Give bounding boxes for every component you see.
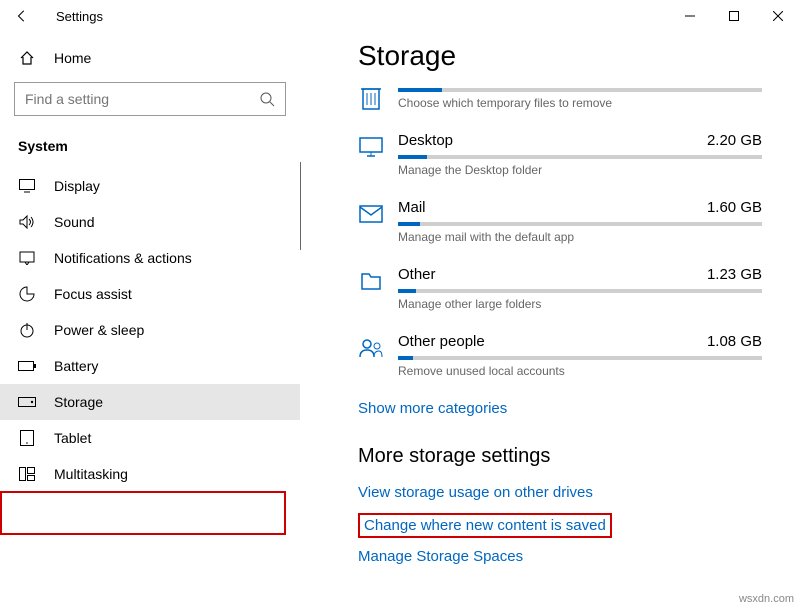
sidebar-item-label: Notifications & actions <box>54 250 192 266</box>
manage-spaces-link[interactable]: Manage Storage Spaces <box>358 548 762 565</box>
main-content: Storage Choose which temporary files to … <box>300 32 800 607</box>
show-more-link[interactable]: Show more categories <box>358 400 762 417</box>
tablet-icon <box>18 430 36 446</box>
sidebar-item-sound[interactable]: Sound <box>0 204 300 240</box>
sidebar-item-battery[interactable]: Battery <box>0 348 300 384</box>
sound-icon <box>18 215 36 229</box>
close-button[interactable] <box>756 0 800 32</box>
sidebar-item-label: Multitasking <box>54 466 128 482</box>
category-sub: Remove unused local accounts <box>398 364 762 378</box>
sidebar-item-multitasking[interactable]: Multitasking <box>0 456 300 492</box>
category-name: Other <box>398 266 436 283</box>
category-other[interactable]: Other 1.23 GB Manage other large folders <box>358 266 762 311</box>
category-sub: Manage mail with the default app <box>398 230 762 244</box>
progress-bar <box>398 289 762 293</box>
sidebar-item-notifications[interactable]: Notifications & actions <box>0 240 300 276</box>
category-other-people[interactable]: Other people 1.08 GB Remove unused local … <box>358 333 762 378</box>
category-name: Mail <box>398 199 426 216</box>
search-box[interactable] <box>14 82 286 116</box>
maximize-button[interactable] <box>712 0 756 32</box>
watermark: wsxdn.com <box>739 593 794 605</box>
category-size: 1.60 GB <box>707 199 762 216</box>
focus-assist-icon <box>18 286 36 302</box>
category-desktop[interactable]: Desktop 2.20 GB Manage the Desktop folder <box>358 132 762 177</box>
progress-bar <box>398 88 762 92</box>
category-sub: Manage the Desktop folder <box>398 163 762 177</box>
desktop-icon <box>358 134 384 160</box>
display-icon <box>18 179 36 193</box>
battery-icon <box>18 360 36 372</box>
sidebar-item-label: Sound <box>54 214 94 230</box>
sidebar-item-focus-assist[interactable]: Focus assist <box>0 276 300 312</box>
window-controls <box>668 0 800 32</box>
category-name: Desktop <box>398 132 453 149</box>
category-temporary[interactable]: Choose which temporary files to remove <box>358 82 762 110</box>
change-where-link[interactable]: Change where new content is saved <box>364 517 606 534</box>
sidebar-item-power-sleep[interactable]: Power & sleep <box>0 312 300 348</box>
home-icon <box>18 50 36 66</box>
temporary-icon <box>358 84 384 110</box>
category-name: Other people <box>398 333 485 350</box>
storage-icon <box>18 397 36 407</box>
sidebar-item-label: Focus assist <box>54 286 132 302</box>
home-label: Home <box>54 50 91 66</box>
minimize-button[interactable] <box>668 0 712 32</box>
highlight-change-where: Change where new content is saved <box>358 513 612 538</box>
category-size: 2.20 GB <box>707 132 762 149</box>
category-mail[interactable]: Mail 1.60 GB Manage mail with the default… <box>358 199 762 244</box>
sidebar-item-label: Display <box>54 178 100 194</box>
sidebar-item-label: Storage <box>54 394 103 410</box>
sidebar-item-storage[interactable]: Storage <box>0 384 300 420</box>
category-sub: Manage other large folders <box>398 297 762 311</box>
power-icon <box>18 322 36 338</box>
sidebar-section-system: System <box>0 132 300 168</box>
folder-icon <box>358 268 384 294</box>
category-sub: Choose which temporary files to remove <box>398 96 762 110</box>
titlebar: Settings <box>0 0 800 32</box>
scroll-indicator[interactable] <box>300 162 301 250</box>
people-icon <box>358 335 384 361</box>
search-input[interactable] <box>25 91 259 107</box>
sidebar-item-display[interactable]: Display <box>0 168 300 204</box>
sidebar-item-label: Battery <box>54 358 98 374</box>
category-size: 1.23 GB <box>707 266 762 283</box>
progress-bar <box>398 356 762 360</box>
highlight-storage <box>0 491 286 535</box>
sidebar-item-tablet[interactable]: Tablet <box>0 420 300 456</box>
home-button[interactable]: Home <box>0 44 300 76</box>
notifications-icon <box>18 251 36 265</box>
search-icon <box>259 91 275 107</box>
view-usage-link[interactable]: View storage usage on other drives <box>358 484 762 501</box>
sidebar-item-label: Power & sleep <box>54 322 144 338</box>
progress-bar <box>398 222 762 226</box>
category-size: 1.08 GB <box>707 333 762 350</box>
page-title: Storage <box>358 40 762 72</box>
sidebar: Home System Display Sound Notifications … <box>0 32 300 607</box>
more-storage-title: More storage settings <box>358 445 762 468</box>
multitasking-icon <box>18 467 36 481</box>
back-button[interactable] <box>12 9 32 23</box>
mail-icon <box>358 201 384 227</box>
window-title: Settings <box>56 9 103 24</box>
sidebar-item-label: Tablet <box>54 430 91 446</box>
progress-bar <box>398 155 762 159</box>
